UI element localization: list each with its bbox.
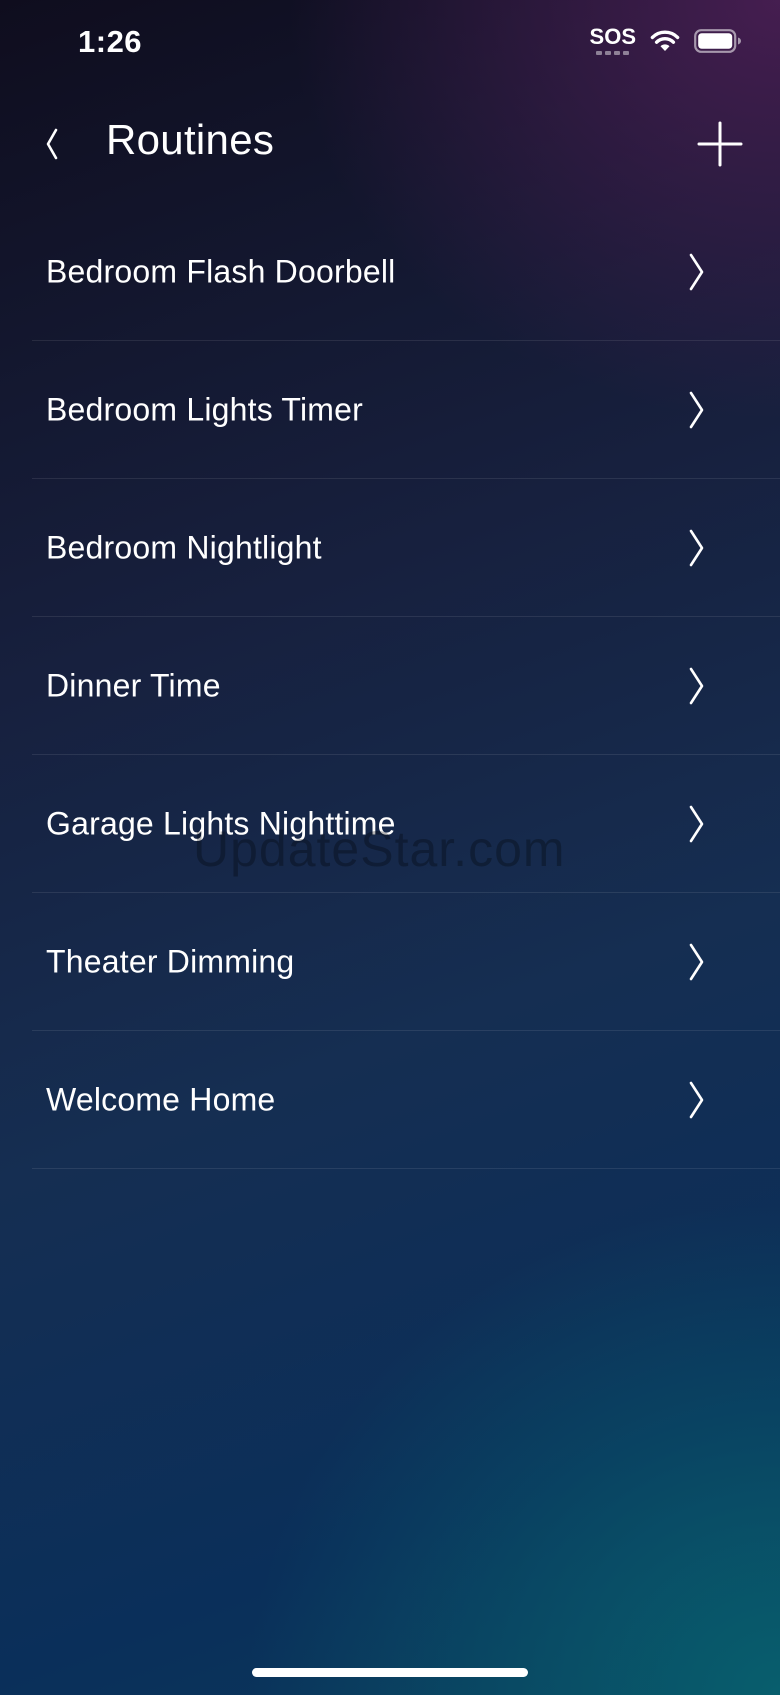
routine-item[interactable]: Dinner Time (32, 617, 780, 755)
chevron-right-icon (689, 391, 704, 428)
battery-icon (694, 28, 742, 53)
chevron-right-icon (689, 253, 704, 290)
back-button[interactable] (36, 122, 70, 166)
chevron-right-icon (689, 943, 704, 980)
routine-item[interactable]: Garage Lights Nighttime (32, 755, 780, 893)
sos-indicator: SOS (590, 26, 636, 55)
routine-label: Theater Dimming (46, 943, 295, 979)
header: Routines (0, 108, 780, 180)
routine-label: Bedroom Flash Doorbell (46, 253, 396, 289)
routine-label: Bedroom Nightlight (46, 529, 322, 565)
plus-icon (697, 121, 743, 167)
routine-label: Welcome Home (46, 1081, 276, 1117)
routine-list: Bedroom Flash Doorbell Bedroom Lights Ti… (32, 203, 780, 1169)
chevron-right-icon (689, 1081, 704, 1118)
routine-item[interactable]: Theater Dimming (32, 893, 780, 1031)
routine-item[interactable]: Bedroom Nightlight (32, 479, 780, 617)
home-indicator[interactable] (252, 1668, 528, 1677)
status-indicators: SOS (590, 26, 742, 55)
routine-label: Bedroom Lights Timer (46, 391, 364, 427)
routine-item[interactable]: Bedroom Lights Timer (32, 341, 780, 479)
routine-label: Garage Lights Nighttime (46, 805, 396, 841)
chevron-right-icon (689, 529, 704, 566)
page-title: Routines (106, 116, 275, 163)
chevron-right-icon (689, 667, 704, 704)
wifi-icon (650, 29, 680, 53)
sos-signal-dots (590, 51, 636, 55)
chevron-left-icon (46, 128, 58, 160)
routine-item[interactable]: Welcome Home (32, 1031, 780, 1169)
add-routine-button[interactable] (696, 120, 744, 168)
status-time: 1:26 (78, 24, 143, 59)
sos-label: SOS (589, 24, 636, 49)
routine-label: Dinner Time (46, 667, 221, 703)
status-bar: 1:26 SOS (0, 0, 780, 88)
chevron-right-icon (689, 805, 704, 842)
routine-item[interactable]: Bedroom Flash Doorbell (32, 203, 780, 341)
